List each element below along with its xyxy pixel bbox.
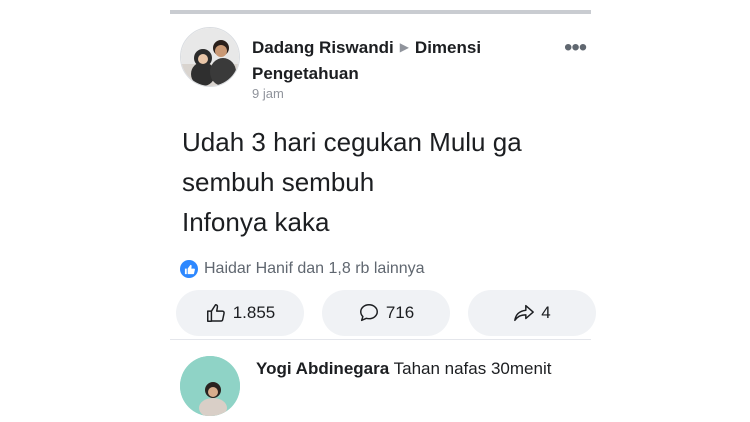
comment-text: Tahan nafas 30menit (393, 359, 552, 378)
reactions-summary[interactable]: Haidar Hanif dan 1,8 rb lainnya (180, 260, 425, 278)
couple-photo (181, 28, 239, 86)
divider (170, 339, 591, 340)
thumbs-up-icon (206, 304, 225, 322)
author-name[interactable]: Dadang Riswandi (252, 38, 394, 57)
action-bar: 1.855 716 4 (176, 290, 596, 336)
post-text: Udah 3 hari cegukan Mulu ga sembuh sembu… (182, 122, 582, 242)
comment-count: 716 (385, 303, 415, 322)
arrow-right-icon: ▶ (399, 40, 409, 54)
post-text-line: Infonya kaka (182, 207, 330, 237)
post-header: Dadang Riswandi ▶ Dimensi Pengetahuan (252, 34, 542, 87)
post-timestamp[interactable]: 9 jam (252, 86, 284, 101)
comment-body: Yogi Abdinegara Tahan nafas 30menit (256, 356, 576, 382)
author-avatar[interactable] (180, 27, 240, 87)
like-button[interactable]: 1.855 (176, 290, 304, 336)
commenter-photo (180, 356, 240, 416)
share-count: 4 (541, 303, 551, 322)
post-text-line: sembuh sembuh (182, 167, 375, 197)
like-badge-icon (180, 260, 198, 278)
share-arrow-icon (514, 304, 535, 322)
share-button[interactable]: 4 (468, 290, 596, 336)
reactions-text: Haidar Hanif dan 1,8 rb lainnya (204, 260, 425, 277)
post-text-line: Udah 3 hari cegukan Mulu ga (182, 127, 522, 157)
post-card: Dadang Riswandi ▶ Dimensi Pengetahuan 9 ja… (170, 10, 596, 416)
comment-author[interactable]: Yogi Abdinegara (256, 359, 389, 378)
like-count: 1.855 (232, 303, 276, 322)
commenter-avatar[interactable] (180, 356, 240, 416)
comment-button[interactable]: 716 (322, 290, 450, 336)
comment-bubble-icon (359, 304, 378, 322)
more-options-icon[interactable]: ••• (564, 36, 587, 60)
